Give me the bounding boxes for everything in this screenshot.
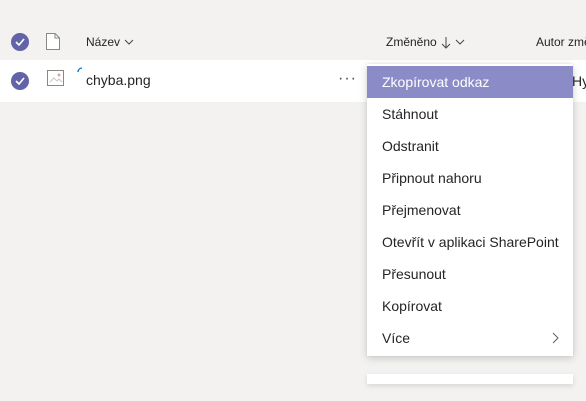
checkmark-icon [15, 77, 25, 85]
menu-item-label: Přejmenovat [382, 202, 461, 218]
menu-item-label: Připnout nahoru [382, 170, 482, 186]
menu-item-copy[interactable]: Kopírovat [367, 290, 573, 322]
menu-item-label: Odstranit [382, 138, 439, 154]
chevron-right-icon [552, 332, 559, 344]
more-options-button[interactable]: ··· [338, 71, 357, 87]
file-name[interactable]: chyba.png [86, 72, 151, 88]
modified-column-header[interactable]: Změněno [386, 35, 465, 49]
menu-item-more[interactable]: Více [367, 322, 573, 354]
author-cell: Hy [572, 73, 586, 89]
row-checkbox[interactable] [11, 72, 29, 90]
menu-item-label: Více [382, 330, 411, 346]
menu-item-open-in-sharepoint[interactable]: Otevřít v aplikaci SharePoint [367, 226, 573, 258]
context-menu: Zkopírovat odkaz Stáhnout Odstranit Přip… [367, 64, 573, 356]
menu-item-copy-link[interactable]: Zkopírovat odkaz [367, 66, 573, 98]
menu-item-pin-to-top[interactable]: Připnout nahoru [367, 162, 573, 194]
checkmark-icon [15, 38, 25, 46]
arrow-down-icon [441, 36, 451, 49]
secondary-menu-edge [367, 374, 573, 384]
image-file-icon [47, 70, 64, 86]
author-column-header[interactable]: Autor změ [536, 35, 586, 49]
select-all-checkbox[interactable] [11, 33, 29, 51]
menu-item-label: Kopírovat [382, 298, 442, 314]
column-header-row: Název Změněno Autor změ [0, 22, 586, 60]
name-column-header[interactable]: Název [86, 35, 134, 49]
menu-item-label: Přesunout [382, 266, 446, 282]
menu-item-label: Otevřít v aplikaci SharePoint [382, 234, 559, 250]
chevron-down-icon [455, 39, 465, 45]
menu-item-download[interactable]: Stáhnout [367, 98, 573, 130]
chevron-down-icon [124, 39, 134, 45]
menu-item-label: Stáhnout [382, 106, 439, 122]
modified-column-label: Změněno [386, 35, 437, 49]
author-column-label: Autor změ [536, 35, 586, 49]
menu-item-label: Zkopírovat odkaz [382, 74, 490, 90]
menu-item-move[interactable]: Přesunout [367, 258, 573, 290]
name-column-label: Název [86, 35, 121, 49]
menu-item-delete[interactable]: Odstranit [367, 130, 573, 162]
file-type-icon [46, 33, 60, 50]
menu-item-rename[interactable]: Přejmenovat [367, 194, 573, 226]
